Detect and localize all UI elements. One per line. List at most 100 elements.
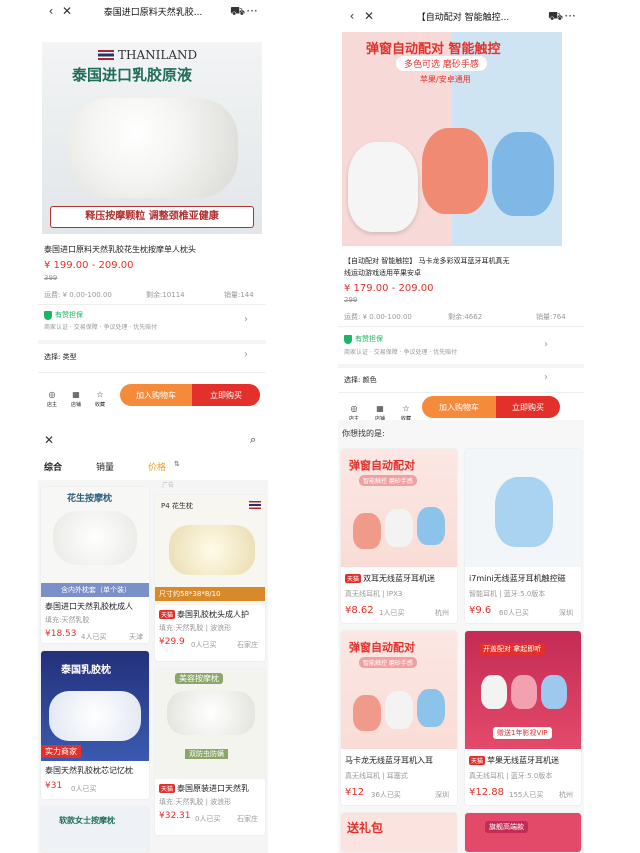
footer-fav[interactable]: ☆ 收藏: [92, 382, 108, 409]
sort-tab-price[interactable]: 价格: [148, 460, 166, 473]
card-title-text: 泰国原装进口天然乳: [177, 784, 250, 793]
cart-icon[interactable]: ⛟: [230, 5, 245, 17]
guarantee-label[interactable]: 有赞担保: [355, 334, 383, 344]
earbuds-case: [511, 675, 537, 709]
card-sub: 填充:天然乳胶 | 波浪形: [159, 798, 232, 806]
sort-tab-comprehensive[interactable]: 综合: [44, 460, 62, 473]
footer-shop[interactable]: ◎ 店主: [346, 396, 362, 421]
earbuds-case: [417, 507, 445, 545]
guarantee-label[interactable]: 有赞担保: [55, 310, 83, 320]
divider: [38, 372, 266, 373]
sort-tab-sales[interactable]: 销量: [96, 460, 114, 473]
chevron-right-icon[interactable]: ›: [544, 340, 548, 350]
buy-now-button[interactable]: 立即购买: [192, 384, 260, 406]
close-icon[interactable]: ✕: [360, 10, 378, 22]
footer-store[interactable]: ▦ 店铺: [68, 382, 84, 409]
select-option[interactable]: 选择: 颜色: [344, 375, 377, 385]
top-bar: ‹ ✕ 【自动配对 智能触控... ⛟ ···: [338, 0, 584, 32]
buy-now-button[interactable]: 立即购买: [496, 396, 560, 418]
card-banner-sub: 含内外枕套（单个装）: [41, 583, 149, 597]
chevron-right-icon[interactable]: ›: [244, 350, 248, 360]
card-title: 天猫 双耳无线蓝牙耳机迷: [345, 573, 457, 584]
product-card[interactable]: P4 花生枕 尺寸约58*38*8/10 天猫 泰国乳胶枕头成人护 填充:天然乳胶…: [154, 494, 266, 662]
product-price: ¥ 199.00 - 209.00: [44, 260, 134, 271]
add-to-cart-button[interactable]: 加入购物车: [120, 384, 192, 406]
cart-icon[interactable]: ⛟: [548, 10, 563, 22]
sort-arrows-icon: ⇅: [174, 460, 180, 468]
card-city: 石家庄: [237, 815, 258, 823]
back-icon[interactable]: ‹: [344, 10, 360, 22]
chevron-right-icon[interactable]: ›: [244, 315, 248, 325]
product-card[interactable]: 送礼包: [340, 812, 458, 853]
product-card[interactable]: 弹窗自动配对 智能触控 磨砂手感 天猫 双耳无线蓝牙耳机迷 真无线耳机 | IPX…: [340, 448, 458, 624]
card-price-value: 32.31: [164, 811, 191, 821]
guarantee-sub: 商家认证 · 交易保障 · 争议处理 · 优先赔付: [344, 349, 458, 356]
chevron-right-icon[interactable]: ›: [544, 373, 548, 383]
card-city: 天津: [129, 633, 143, 641]
product-card[interactable]: 泰国乳胶枕 实力商家 泰国天然乳胶枕芯记忆枕 ¥31 0人已买: [40, 650, 150, 800]
product-card[interactable]: i7mini无线蓝牙耳机触控磁 智能耳机 | 蓝牙:5.0版本 ¥9.6 60人…: [464, 448, 582, 624]
search-icon[interactable]: ⌕: [250, 434, 256, 445]
earbuds-case: [353, 513, 381, 549]
card-banner-sub: 尺寸约58*38*8/10: [155, 587, 265, 601]
select-option[interactable]: 选择: 类型: [44, 352, 77, 362]
store-icon: ▦: [72, 390, 80, 399]
guarantee-sub: 商家认证 · 交易保障 · 争议处理 · 优先赔付: [44, 324, 158, 331]
more-icon[interactable]: ···: [562, 10, 578, 22]
card-price-value: 8.62: [351, 605, 374, 616]
shield-icon: [44, 311, 52, 320]
product-title-line1: 【自动配对 智能触控】 马卡龙多彩双耳蓝牙耳机真无: [344, 257, 510, 265]
original-price: 399: [44, 274, 58, 282]
shield-icon: [344, 335, 352, 344]
card-sold: 36人已买: [371, 791, 401, 799]
card-banner: 送礼包: [347, 821, 384, 835]
sales-count: 销量:764: [536, 313, 566, 321]
footer-store[interactable]: ▦ 店铺: [372, 396, 388, 421]
original-price: 299: [344, 296, 358, 304]
product-image[interactable]: 弹窗自动配对 智能触控 多色可选 磨砂手感 苹果/安卓通用: [342, 32, 562, 246]
card-title: i7mini无线蓝牙耳机触控磁: [469, 573, 581, 584]
card-city: 石家庄: [237, 641, 258, 649]
product-card[interactable]: 美容按摩枕 双防虫防螨 天猫 泰国原装进口天然乳 填充:天然乳胶 | 波浪形 ¥3…: [154, 668, 266, 836]
blue-earbuds-case: [492, 132, 554, 216]
card-sub: 填充:天然乳胶 | 波浪形: [159, 624, 232, 632]
footer-store-label: 店铺: [70, 402, 81, 408]
banner-sub2: 苹果/安卓通用: [420, 75, 471, 84]
product-image[interactable]: THANILAND 泰国进口乳胶原液 释压按摩颗粒 调整颈椎亚健康: [42, 42, 262, 234]
card-city: 杭州: [559, 791, 573, 799]
footer-fav[interactable]: ☆ 收藏: [398, 396, 414, 421]
card-sub: 真无线耳机 | 耳塞式: [345, 772, 408, 780]
back-icon[interactable]: ‹: [44, 5, 58, 17]
pillow-image: [68, 98, 238, 198]
footer-shop[interactable]: ◎ 店主: [44, 382, 60, 409]
divider: [38, 304, 266, 305]
card-image: 美容按摩枕 双防虫防螨: [155, 669, 265, 779]
pillow-image: [167, 691, 255, 735]
thailand-flag-icon: [249, 501, 261, 509]
earbuds-case: [385, 509, 413, 547]
card-price: ¥8.62: [345, 605, 374, 616]
banner-brand: THANILAND: [118, 48, 198, 62]
close-icon[interactable]: ✕: [44, 434, 54, 446]
card-price: ¥12: [345, 787, 365, 798]
card-banner: 美容按摩枕: [175, 673, 223, 684]
card-banner: 花生按摩枕: [67, 494, 113, 504]
close-icon[interactable]: ✕: [58, 5, 76, 17]
card-banner-sub: 智能触控 磨砂手感: [359, 657, 417, 668]
star-icon: ☆: [402, 404, 410, 413]
product-card[interactable]: 软款女士按摩枕: [40, 806, 150, 853]
search-top-bar: ✕ ⌕ 综合 销量 价格 ⇅: [38, 428, 268, 480]
footer-fav-label: 收藏: [94, 402, 105, 408]
product-card[interactable]: 开盖配对 拿起即听 赠送1年影视VIP 天猫 苹果无线蓝牙耳机迷 真无线耳机 | …: [464, 630, 582, 806]
card-title-text: 泰国乳胶枕头成人护: [177, 610, 250, 619]
more-icon[interactable]: ···: [244, 5, 260, 17]
add-to-cart-button[interactable]: 加入购物车: [422, 396, 496, 418]
product-card[interactable]: 旗舰高端款: [464, 812, 582, 853]
card-price-value: 9.6: [475, 605, 492, 616]
card-banner-sub: 智能触控 磨砂手感: [359, 475, 417, 486]
product-card[interactable]: 弹窗自动配对 智能触控 磨砂手感 马卡龙无线蓝牙耳机入耳 真无线耳机 | 耳塞式…: [340, 630, 458, 806]
product-card[interactable]: 花生按摩枕 含内外枕套（单个装） 泰国进口天然乳胶枕成人 填充:天然乳胶 ¥18…: [40, 486, 150, 644]
earbuds-case: [541, 675, 567, 709]
pillow-image: [53, 511, 137, 565]
card-image: 泰国乳胶枕 实力商家: [41, 651, 149, 761]
